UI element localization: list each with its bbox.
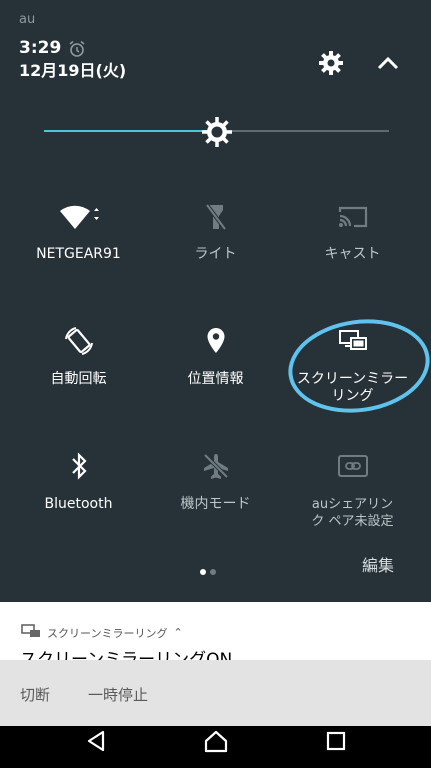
disconnect-button[interactable]: 切断	[20, 684, 50, 705]
notification-app-name: スクリーンミラーリング	[47, 626, 168, 640]
home-icon[interactable]	[202, 728, 230, 758]
tile-label: ライト	[194, 246, 237, 262]
clock-time: 3:29	[19, 38, 62, 58]
tile-wifi[interactable]: NETGEAR91	[7, 196, 150, 306]
flashlight-off-icon	[144, 200, 287, 234]
auto-rotate-icon	[7, 324, 150, 358]
tile-label: Bluetooth	[44, 496, 113, 512]
bluetooth-icon	[7, 449, 150, 483]
page-indicator	[200, 560, 220, 579]
wifi-icon	[7, 200, 150, 234]
page-dot-active	[200, 569, 206, 575]
page-dot	[210, 569, 216, 575]
tile-auto-rotate[interactable]: 自動回転	[7, 321, 150, 431]
brightness-track-filled	[44, 130, 216, 132]
screen-mirroring-small-icon	[21, 623, 41, 642]
notification-title: スクリーンミラーリングON	[20, 650, 233, 660]
tile-label: キャスト	[324, 246, 381, 262]
recent-apps-icon[interactable]	[323, 728, 349, 758]
brightness-slider-thumb[interactable]	[200, 115, 234, 153]
tile-flashlight[interactable]: ライト	[144, 196, 287, 306]
brightness-track-empty	[216, 130, 389, 132]
expand-chevron-icon[interactable]: ⌃	[173, 626, 182, 639]
tile-label: auシェアリンク ペア未設定	[311, 497, 394, 529]
tile-label: 自動回転	[50, 371, 107, 387]
airplane-mode-icon	[144, 449, 287, 483]
location-pin-icon	[144, 324, 287, 358]
notification-actions-bar	[0, 660, 431, 726]
tile-au-share-link[interactable]: auシェアリンク ペア未設定	[281, 446, 424, 556]
tile-airplane-mode[interactable]: 機内モード	[144, 446, 287, 556]
edit-button[interactable]: 編集	[362, 552, 394, 576]
back-icon[interactable]	[84, 728, 110, 758]
cast-icon	[281, 200, 424, 234]
notification-header: スクリーンミラーリング ⌃	[21, 623, 183, 642]
au-share-link-icon	[281, 449, 424, 483]
tile-label: 機内モード	[180, 496, 251, 512]
tile-label: NETGEAR91	[36, 246, 121, 262]
collapse-chevron-up-icon[interactable]	[376, 53, 400, 77]
tile-cast[interactable]: キャスト	[281, 196, 424, 306]
settings-gear-icon[interactable]	[318, 50, 344, 80]
tile-location[interactable]: 位置情報	[144, 321, 287, 431]
tile-bluetooth[interactable]: Bluetooth	[7, 446, 150, 556]
tile-label: 位置情報	[187, 371, 244, 387]
pause-button[interactable]: 一時停止	[88, 684, 148, 705]
date-label: 12月19日(火)	[19, 61, 127, 80]
carrier-label: au	[19, 12, 36, 27]
